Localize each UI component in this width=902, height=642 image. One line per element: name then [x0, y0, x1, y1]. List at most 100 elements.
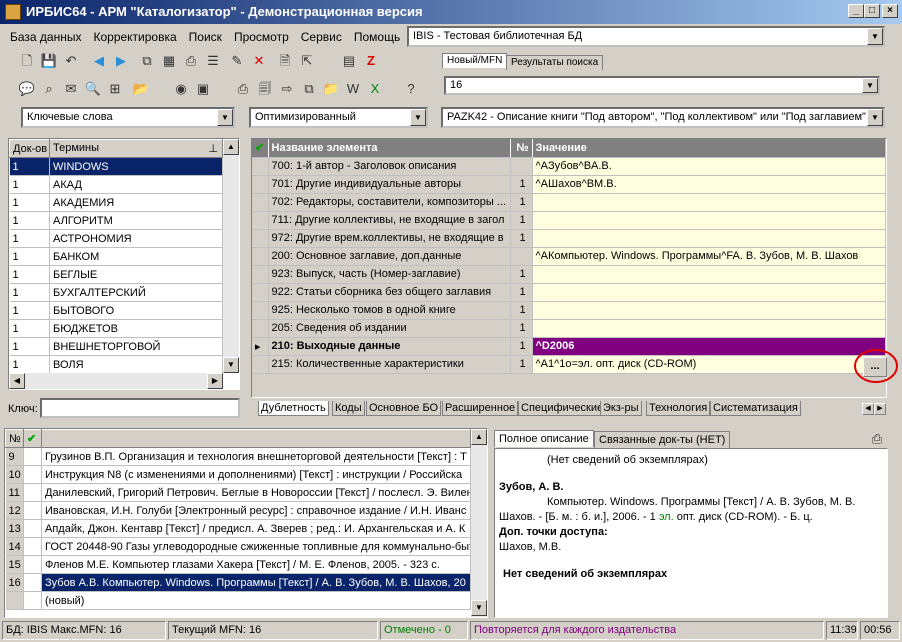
worksheet-tab[interactable]: Систематизация	[710, 401, 801, 416]
tab-scroll-left-icon[interactable]: ◀	[862, 403, 874, 415]
new-doc-icon[interactable]: 🗋	[18, 52, 36, 70]
dictionary-row[interactable]: 1 БЕГЛЫЕ	[9, 265, 223, 284]
export2-icon[interactable]: ⇨	[278, 80, 296, 98]
field-row[interactable]: 702: Редакторы, составители, композиторы…	[252, 193, 886, 212]
mfn-input[interactable]: 16 ▼	[444, 76, 880, 95]
dictionary-scrollbar[interactable]: ▲ ▼	[223, 139, 239, 373]
dictionary-row[interactable]: 1 АКАДЕМИЯ	[9, 193, 223, 212]
record-row[interactable]: 11 Данилевский, Григорий Петрович. Беглые…	[5, 483, 471, 502]
tab-new-mfn[interactable]: Новый/MFN	[442, 53, 508, 68]
tab-full-description[interactable]: Полное описание	[494, 430, 594, 447]
z-icon[interactable]: Z	[362, 52, 380, 70]
print2-icon[interactable]: ⎙	[234, 80, 252, 98]
worksheet-tab[interactable]: Дублетность	[258, 401, 329, 416]
excel-icon[interactable]: X	[366, 80, 384, 98]
arrow-right-icon[interactable]: ▶	[112, 52, 130, 70]
dictionary-row[interactable]: 1 АЛГОРИТМ	[9, 211, 223, 230]
chevron-down-icon[interactable]: ▼	[867, 109, 883, 126]
dictionary-row[interactable]: 1 ВНЕШНЕТОРГОВОЙ	[9, 337, 223, 356]
tab-related-docs[interactable]: Связанные док-ты (НЕТ)	[594, 431, 731, 448]
menu-edit[interactable]: Корректировка	[87, 26, 182, 48]
worksheet-tab[interactable]: Коды	[332, 401, 365, 416]
record-row[interactable]: 14 ГОСТ 20448-90 Газы углеводородные сжиж…	[5, 537, 471, 556]
folder2-icon[interactable]: 📁	[322, 80, 340, 98]
pin-icon[interactable]: ⊥	[208, 142, 221, 155]
menu-search[interactable]: Поиск	[183, 26, 228, 48]
record-row[interactable]: 13 Апдайк, Джон. Кентавр [Текст] / предис…	[5, 519, 471, 538]
folder-icon[interactable]: 📂	[132, 80, 150, 98]
print-icon[interactable]: ⎙	[182, 52, 200, 70]
record-row[interactable]: 12 Ивановская, И.Н. Голуби [Электронный р…	[5, 501, 471, 520]
record-mark[interactable]	[23, 447, 42, 466]
help-icon[interactable]: ?	[402, 80, 420, 98]
dictionary-row[interactable]: 1 АСТРОНОМИЯ	[9, 229, 223, 248]
menu-help[interactable]: Помощь	[348, 26, 406, 48]
record-row[interactable]: (новый)	[5, 591, 471, 610]
scroll-down-icon[interactable]: ▼	[471, 600, 487, 616]
field-value[interactable]	[532, 193, 886, 212]
record-mark[interactable]	[23, 573, 42, 592]
dictionary-row[interactable]: 1 АКАД	[9, 175, 223, 194]
record-row[interactable]: 15 Фленов М.Е. Компьютер глазами Хакера […	[5, 555, 471, 574]
menu-service[interactable]: Сервис	[295, 26, 348, 48]
field-value[interactable]: ^AКомпьютер. Windows. Программы^FA. B. З…	[532, 247, 886, 266]
dictionary-row[interactable]: 1 БУХГАЛТЕРСКИЙ	[9, 283, 223, 302]
search-type-select[interactable]: Ключевые слова ▼	[21, 107, 235, 128]
dictionary-row[interactable]: 1 WINDOWS	[9, 157, 223, 176]
field-row[interactable]: 200: Основное заглавие, доп.данные ^AКомп…	[252, 247, 886, 266]
field-value[interactable]: ^AЗубов^BA.B.	[532, 157, 886, 176]
chat-icon[interactable]: 💬	[18, 80, 36, 98]
word-icon[interactable]: W	[344, 80, 362, 98]
grid-icon[interactable]: ▦	[160, 52, 178, 70]
field-row[interactable]: 972: Другие врем.коллективы, не входящие…	[252, 229, 886, 248]
dictionary-row[interactable]: 1 БАНКОМ	[9, 247, 223, 266]
record-row[interactable]: 16 Зубов А.В. Компьютер. Windows. Програм…	[5, 573, 471, 592]
scroll-right-icon[interactable]: ▶	[207, 373, 223, 389]
minimize-button[interactable]: _	[848, 4, 864, 18]
delete-icon[interactable]: ✕	[250, 52, 268, 70]
doc-icon[interactable]: 🗐	[256, 80, 274, 98]
database-select[interactable]: IBIS - Тестовая библиотечная БД ▼	[407, 26, 885, 47]
worksheet-tab[interactable]: Экз-ры	[600, 401, 642, 416]
field-row[interactable]: 711: Другие коллективы, не входящие в за…	[252, 211, 886, 230]
records-scrollbar[interactable]: ▲ ▼	[471, 429, 487, 617]
chevron-down-icon[interactable]: ▼	[862, 78, 878, 93]
search-icon[interactable]: ⌕	[40, 80, 58, 98]
field-value[interactable]	[532, 301, 886, 320]
close-button[interactable]: ×	[882, 4, 898, 18]
field-row[interactable]: 925: Несколько томов в одной книге 1	[252, 301, 886, 320]
film-icon[interactable]: ▤	[340, 52, 358, 70]
record-mark[interactable]	[23, 465, 42, 484]
menu-view[interactable]: Просмотр	[228, 26, 295, 48]
record-mark[interactable]	[23, 555, 42, 574]
undo-icon[interactable]: ↶	[62, 52, 80, 70]
page-icon[interactable]: 🗎	[276, 52, 294, 70]
menu-database[interactable]: База данных	[4, 26, 87, 48]
worksheet-tab[interactable]: Основное БО	[366, 401, 442, 416]
worksheet-tab[interactable]: Технология	[646, 401, 711, 416]
record-mark[interactable]	[23, 519, 42, 538]
field-value[interactable]	[532, 265, 886, 284]
eye-icon[interactable]: ◉	[172, 80, 190, 98]
scroll-down-icon[interactable]: ▼	[223, 357, 239, 373]
check-icon[interactable]: ✔	[23, 429, 42, 448]
key-input[interactable]	[40, 398, 240, 418]
dictionary-row[interactable]: 1 БЮДЖЕТОВ	[9, 319, 223, 338]
field-row[interactable]: 923: Выпуск, часть (Номер-заглавие) 1	[252, 265, 886, 284]
record-row[interactable]: 9 Грузинов В.П. Организация и технология …	[5, 447, 471, 466]
dictionary-row[interactable]: 1 ВОЛЯ	[9, 355, 223, 374]
dictionary-row[interactable]: 1 БЫТОВОГО	[9, 301, 223, 320]
arrow-left-icon[interactable]: ◀	[90, 52, 108, 70]
pages-icon[interactable]: ⧉	[300, 80, 318, 98]
col-terms[interactable]: Термины ⊥	[49, 139, 223, 158]
window-icon[interactable]: ▣	[194, 80, 212, 98]
mail-icon[interactable]: ✉	[62, 80, 80, 98]
col-docs[interactable]: Док-ов	[9, 139, 50, 158]
copy-icon[interactable]: ⧉	[138, 52, 156, 70]
field-value[interactable]	[532, 283, 886, 302]
field-value[interactable]	[532, 211, 886, 230]
tab-search-results[interactable]: Результаты поиска	[506, 55, 604, 70]
record-mark[interactable]	[23, 537, 42, 556]
worksheet-tab[interactable]: Специфические	[518, 401, 607, 416]
mode-select[interactable]: Оптимизированный ▼	[249, 107, 428, 128]
